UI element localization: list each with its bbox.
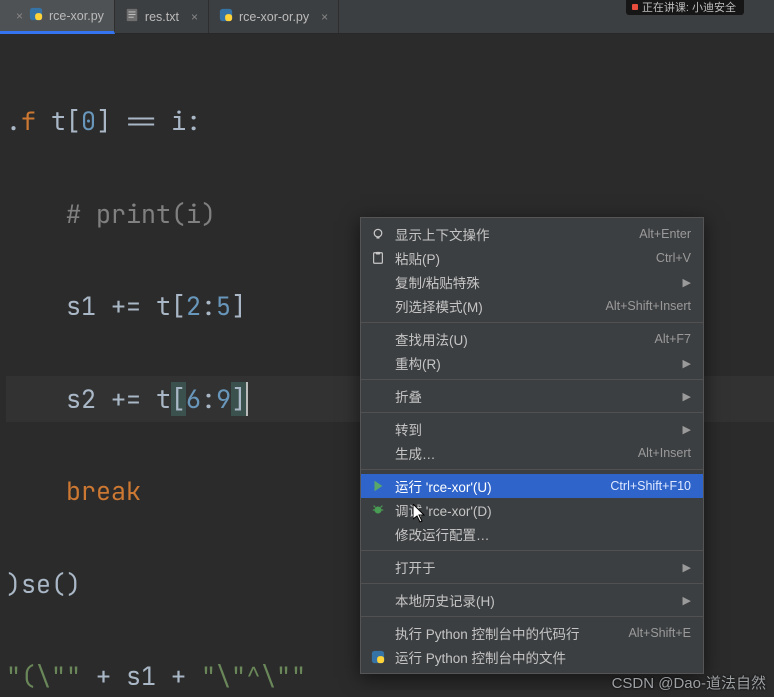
menu-show-context-actions[interactable]: 显示上下文操作 Alt+Enter <box>361 222 703 246</box>
menu-shortcut: Ctrl+V <box>656 251 691 265</box>
chevron-right-icon: ▶ <box>677 423 691 436</box>
menu-separator <box>361 379 703 380</box>
chevron-right-icon: ▶ <box>677 594 691 607</box>
streaming-status-pill: 正在讲课: 小迪安全 <box>626 0 744 15</box>
menu-label: 转到 <box>395 419 669 439</box>
chevron-right-icon: ▶ <box>677 276 691 289</box>
menu-refactor[interactable]: 重构(R) ▶ <box>361 351 703 375</box>
menu-label: 复制/粘贴特殊 <box>395 272 669 292</box>
run-icon <box>369 479 387 493</box>
tab-rce-xor[interactable]: × rce-xor.py <box>0 0 115 34</box>
menu-label: 粘贴(P) <box>395 248 648 268</box>
tab-res-txt[interactable]: res.txt × <box>115 0 209 33</box>
menu-shortcut: Ctrl+Shift+F10 <box>610 479 691 493</box>
menu-label: 调试 'rce-xor'(D) <box>395 500 691 520</box>
close-icon[interactable]: × <box>315 10 328 24</box>
menu-separator <box>361 583 703 584</box>
debug-icon <box>369 503 387 517</box>
close-icon[interactable]: × <box>10 9 23 23</box>
python-file-icon <box>219 8 233 25</box>
menu-label: 重构(R) <box>395 353 669 373</box>
menu-shortcut: Alt+Shift+E <box>628 626 691 640</box>
text-file-icon <box>125 8 139 25</box>
tab-rce-xor-or[interactable]: rce-xor-or.py × <box>209 0 339 33</box>
tab-label: rce-xor-or.py <box>239 10 309 24</box>
bulb-icon <box>369 227 387 241</box>
menu-label: 生成… <box>395 443 630 463</box>
menu-paste[interactable]: 粘贴(P) Ctrl+V <box>361 246 703 270</box>
menu-separator <box>361 412 703 413</box>
menu-open-in[interactable]: 打开于 ▶ <box>361 555 703 579</box>
menu-label: 折叠 <box>395 386 669 406</box>
menu-shortcut: Alt+F7 <box>655 332 691 346</box>
menu-separator <box>361 469 703 470</box>
menu-local-history[interactable]: 本地历史记录(H) ▶ <box>361 588 703 612</box>
menu-column-select[interactable]: 列选择模式(M) Alt+Shift+Insert <box>361 294 703 318</box>
menu-shortcut: Alt+Insert <box>638 446 691 460</box>
menu-debug-config[interactable]: 调试 'rce-xor'(D) <box>361 498 703 522</box>
menu-exec-line-console[interactable]: 执行 Python 控制台中的代码行 Alt+Shift+E <box>361 621 703 645</box>
menu-separator <box>361 550 703 551</box>
menu-label: 运行 'rce-xor'(U) <box>395 476 602 496</box>
menu-generate[interactable]: 生成… Alt+Insert <box>361 441 703 465</box>
menu-label: 打开于 <box>395 557 669 577</box>
menu-shortcut: Alt+Shift+Insert <box>606 299 691 313</box>
close-icon[interactable]: × <box>185 10 198 24</box>
status-text: 正在讲课: 小迪安全 <box>642 0 736 15</box>
menu-label: 执行 Python 控制台中的代码行 <box>395 623 620 643</box>
menu-edit-run-config[interactable]: 修改运行配置… <box>361 522 703 546</box>
paste-icon <box>369 251 387 265</box>
menu-copy-paste-special[interactable]: 复制/粘贴特殊 ▶ <box>361 270 703 294</box>
menu-label: 运行 Python 控制台中的文件 <box>395 647 691 667</box>
menu-label: 修改运行配置… <box>395 524 691 544</box>
menu-separator <box>361 322 703 323</box>
menu-run-config[interactable]: 运行 'rce-xor'(U) Ctrl+Shift+F10 <box>361 474 703 498</box>
python-file-icon <box>369 650 387 664</box>
menu-separator <box>361 616 703 617</box>
editor-context-menu: 显示上下文操作 Alt+Enter 粘贴(P) Ctrl+V 复制/粘贴特殊 ▶… <box>360 217 704 674</box>
menu-run-file-console[interactable]: 运行 Python 控制台中的文件 <box>361 645 703 669</box>
menu-label: 查找用法(U) <box>395 329 647 349</box>
chevron-right-icon: ▶ <box>677 561 691 574</box>
menu-shortcut: Alt+Enter <box>639 227 691 241</box>
tab-label: rce-xor.py <box>49 9 104 23</box>
chevron-right-icon: ▶ <box>677 390 691 403</box>
tab-label: res.txt <box>145 10 179 24</box>
menu-label: 列选择模式(M) <box>395 296 598 316</box>
menu-label: 本地历史记录(H) <box>395 590 669 610</box>
menu-find-usages[interactable]: 查找用法(U) Alt+F7 <box>361 327 703 351</box>
chevron-right-icon: ▶ <box>677 357 691 370</box>
menu-fold[interactable]: 折叠 ▶ <box>361 384 703 408</box>
python-file-icon <box>29 7 43 24</box>
menu-label: 显示上下文操作 <box>395 224 631 244</box>
menu-goto[interactable]: 转到 ▶ <box>361 417 703 441</box>
